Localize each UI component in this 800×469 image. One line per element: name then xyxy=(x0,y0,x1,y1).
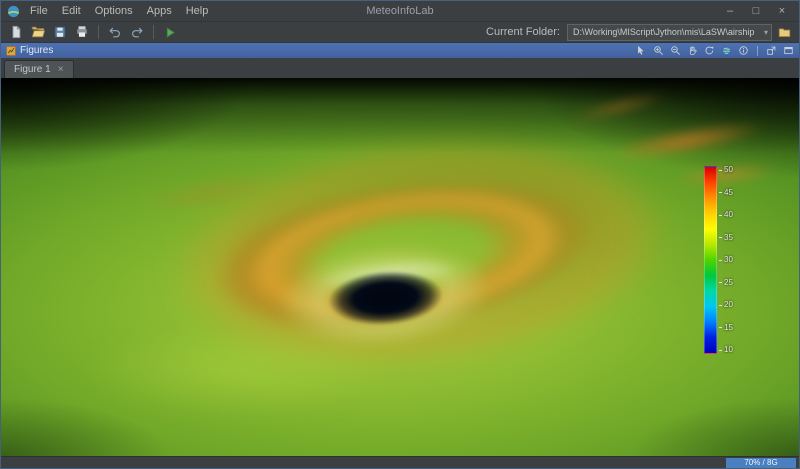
menu-options[interactable]: Options xyxy=(88,1,140,21)
info-icon xyxy=(738,45,749,56)
zoom-in-icon xyxy=(653,45,664,56)
close-button[interactable]: × xyxy=(769,1,795,21)
tab-figure-1[interactable]: Figure 1 × xyxy=(4,60,74,78)
pan-hand-icon xyxy=(687,45,698,56)
identify-button[interactable] xyxy=(738,45,749,56)
toolbar-separator xyxy=(98,25,99,39)
colorbar-tick-label: 20 xyxy=(719,301,733,309)
colorbar-tick-label: 25 xyxy=(719,279,733,287)
colorbar-gradient xyxy=(704,166,717,354)
main-toolbar: Current Folder: D:\Working\MIScript\Jyth… xyxy=(1,21,799,43)
toolbar-separator xyxy=(153,25,154,39)
float-window-icon xyxy=(766,45,777,56)
meteoinfolab-window: File Edit Options Apps Help MeteoInfoLab… xyxy=(0,0,800,469)
colorbar-tick-label: 15 xyxy=(719,324,733,332)
undo-button[interactable] xyxy=(105,23,125,41)
full-extent-button[interactable] xyxy=(721,45,732,56)
chevron-down-icon[interactable]: ▾ xyxy=(764,28,768,37)
tab-label: Figure 1 xyxy=(14,64,51,75)
run-script-button[interactable] xyxy=(160,23,180,41)
figure-tools xyxy=(636,45,794,56)
zoom-out-button[interactable] xyxy=(670,45,681,56)
undo-icon xyxy=(108,25,122,39)
redo-icon xyxy=(130,25,144,39)
browse-folder-icon xyxy=(778,26,791,39)
open-file-button[interactable] xyxy=(28,23,48,41)
zoom-out-icon xyxy=(670,45,681,56)
menu-help[interactable]: Help xyxy=(179,1,216,21)
select-tool-button[interactable] xyxy=(636,45,647,56)
colorbar-tick-label: 45 xyxy=(719,189,733,197)
minimize-button[interactable]: – xyxy=(717,1,743,21)
pan-tool-button[interactable] xyxy=(687,45,698,56)
storm-eyewall xyxy=(253,223,516,369)
colorbar-tick-label: 30 xyxy=(719,256,733,264)
colorbar-tick-label: 35 xyxy=(719,234,733,242)
browse-folder-button[interactable] xyxy=(774,23,794,41)
rotate-tool-button[interactable] xyxy=(704,45,715,56)
status-bar: 70% / 8G xyxy=(1,456,799,468)
storm-inner-rainband xyxy=(180,143,631,368)
cursor-arrow-icon xyxy=(636,45,647,56)
app-logo-icon xyxy=(5,5,21,18)
storm-bright-patch xyxy=(41,313,441,428)
memory-usage-indicator: 70% / 8G xyxy=(726,458,796,468)
storm-cloud-wisps xyxy=(298,247,481,304)
window-controls: – □ × xyxy=(717,1,795,21)
storm-outer-band-left xyxy=(118,164,305,222)
storm-outer-rainband xyxy=(98,84,743,419)
zoom-in-button[interactable] xyxy=(653,45,664,56)
colorbar-ticks: 50 45 40 35 30 25 20 15 10 xyxy=(719,166,733,354)
rotate-icon xyxy=(704,45,715,56)
colorbar-tick-label: 40 xyxy=(719,211,733,219)
tab-close-icon[interactable]: × xyxy=(58,65,64,75)
new-file-icon xyxy=(9,25,23,39)
globe-icon xyxy=(721,45,732,56)
storm-spiral-band-1 xyxy=(588,109,785,172)
menu-file[interactable]: File xyxy=(23,1,55,21)
dock-window-icon xyxy=(783,45,794,56)
save-button[interactable] xyxy=(50,23,70,41)
figure-tab-bar: Figure 1 × xyxy=(1,58,799,78)
storm-spiral-band-3 xyxy=(557,83,683,131)
hide-panel-button[interactable] xyxy=(783,45,794,56)
run-icon xyxy=(164,26,177,39)
colorbar-tick-label: 50 xyxy=(719,166,733,174)
print-button[interactable] xyxy=(72,23,92,41)
hurricane-volume-rendering xyxy=(1,78,799,456)
current-folder-combobox[interactable]: D:\Working\MIScript\Jython\mis\LaSW\airs… xyxy=(567,24,772,41)
figures-panel-header[interactable]: Figures xyxy=(1,43,799,58)
float-panel-button[interactable] xyxy=(766,45,777,56)
figures-panel-title: Figures xyxy=(20,45,53,56)
panel-tools-separator xyxy=(757,46,758,56)
colorbar-tick-label: 10 xyxy=(719,346,733,354)
colorbar: 50 45 40 35 30 25 20 15 10 xyxy=(704,166,733,354)
storm-eye xyxy=(326,267,444,329)
maximize-button[interactable]: □ xyxy=(743,1,769,21)
figure-canvas[interactable]: 50 45 40 35 30 25 20 15 10 xyxy=(1,78,799,456)
menu-edit[interactable]: Edit xyxy=(55,1,88,21)
print-icon xyxy=(75,25,89,39)
open-folder-icon xyxy=(31,25,45,39)
storm-spiral-band-2 xyxy=(660,157,792,192)
current-folder-label: Current Folder: xyxy=(486,26,560,38)
figures-panel-icon xyxy=(6,46,16,56)
save-icon xyxy=(53,25,67,39)
menu-bar: File Edit Options Apps Help MeteoInfoLab… xyxy=(1,1,799,21)
redo-button[interactable] xyxy=(127,23,147,41)
current-folder-path: D:\Working\MIScript\Jython\mis\LaSW\airs… xyxy=(573,27,761,37)
new-file-button[interactable] xyxy=(6,23,26,41)
menu-apps[interactable]: Apps xyxy=(140,1,179,21)
